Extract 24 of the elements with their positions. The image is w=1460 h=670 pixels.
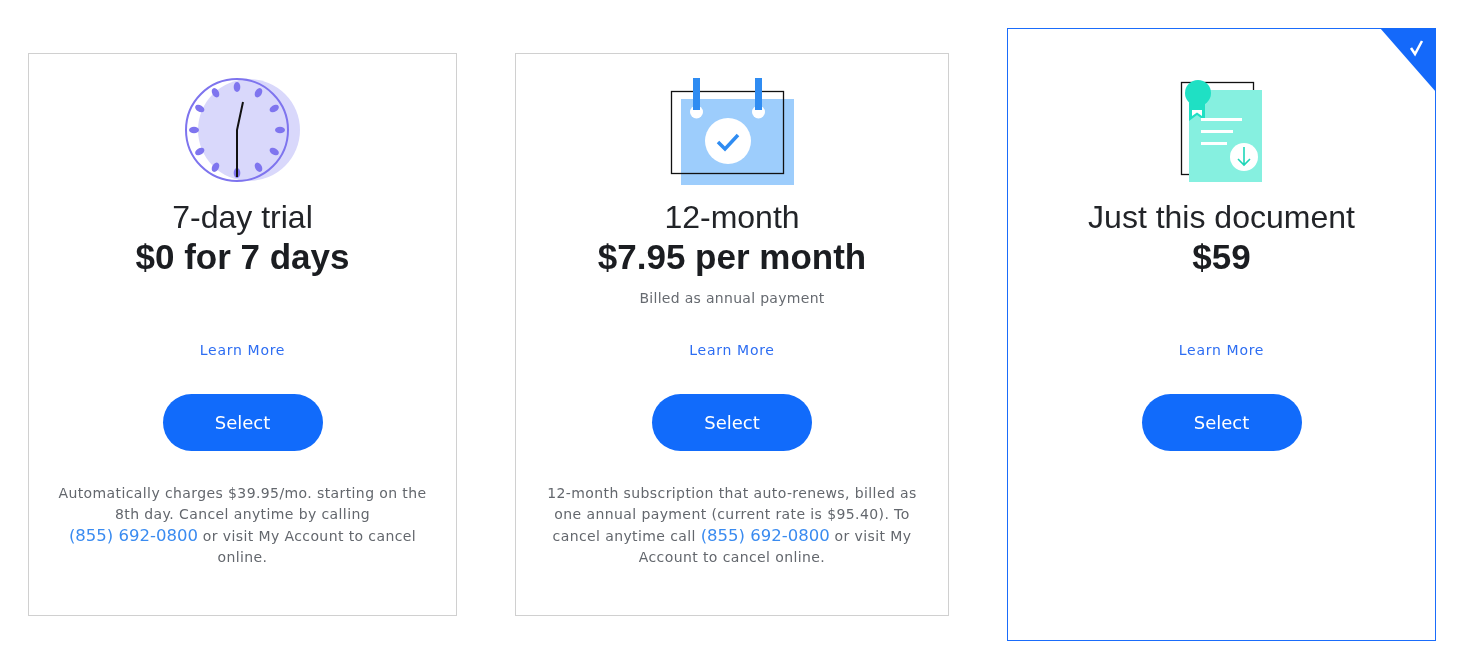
plan-card[interactable]: [515, 53, 949, 616]
phone-link[interactable]: (855) 692-0800: [68, 526, 198, 545]
learn-more-link[interactable]: Learn More: [1178, 339, 1265, 361]
plan-card[interactable]: Just this document $59 Learn More Select: [1007, 28, 1436, 641]
selected-check-icon: [1380, 28, 1436, 92]
plan-price: $0 for 7 days: [135, 236, 350, 278]
plan-terms: Automatically charges $39.95/mo. starting on the 8th day. Cancel anytime by calling (855) 692-0800 or visit My Account to cancel online.: [57, 484, 428, 567]
billing-note: Billed as annual payment: [639, 289, 825, 308]
plan-price: $59: [1192, 236, 1251, 278]
certificate-download-icon: [1178, 78, 1265, 184]
plan-title: 7-day trial: [172, 199, 313, 235]
plan-card[interactable]: 7-day trial $0 for 7 days Learn More Select Automatically charges $39.95/mo. starting on the 8th day. Cancel anytime by calling (855) 692-0800 or visit My Account to cancel online.: [28, 53, 457, 616]
plan-title: 12-month: [664, 199, 800, 235]
select-button[interactable]: Select: [1141, 394, 1302, 451]
learn-more-link[interactable]: Learn More: [199, 339, 286, 361]
plan-terms: 12-month subscription that auto-renews, billed as one annual payment (current rate is $95.40). To cancel anytime call (855) 692-0800 or visit My Account to cancel online.: [546, 484, 918, 567]
plan-title: Just this document: [1088, 199, 1355, 235]
select-button[interactable]: Select: [652, 394, 812, 451]
phone-link[interactable]: (855) 692-0800: [700, 526, 830, 545]
plan-price: $7.95 per month: [597, 236, 867, 278]
clock-icon: [183, 77, 302, 185]
select-button[interactable]: Select: [162, 394, 323, 451]
calendar-check-icon: [668, 75, 796, 187]
learn-more-link[interactable]: Learn More: [689, 339, 775, 361]
